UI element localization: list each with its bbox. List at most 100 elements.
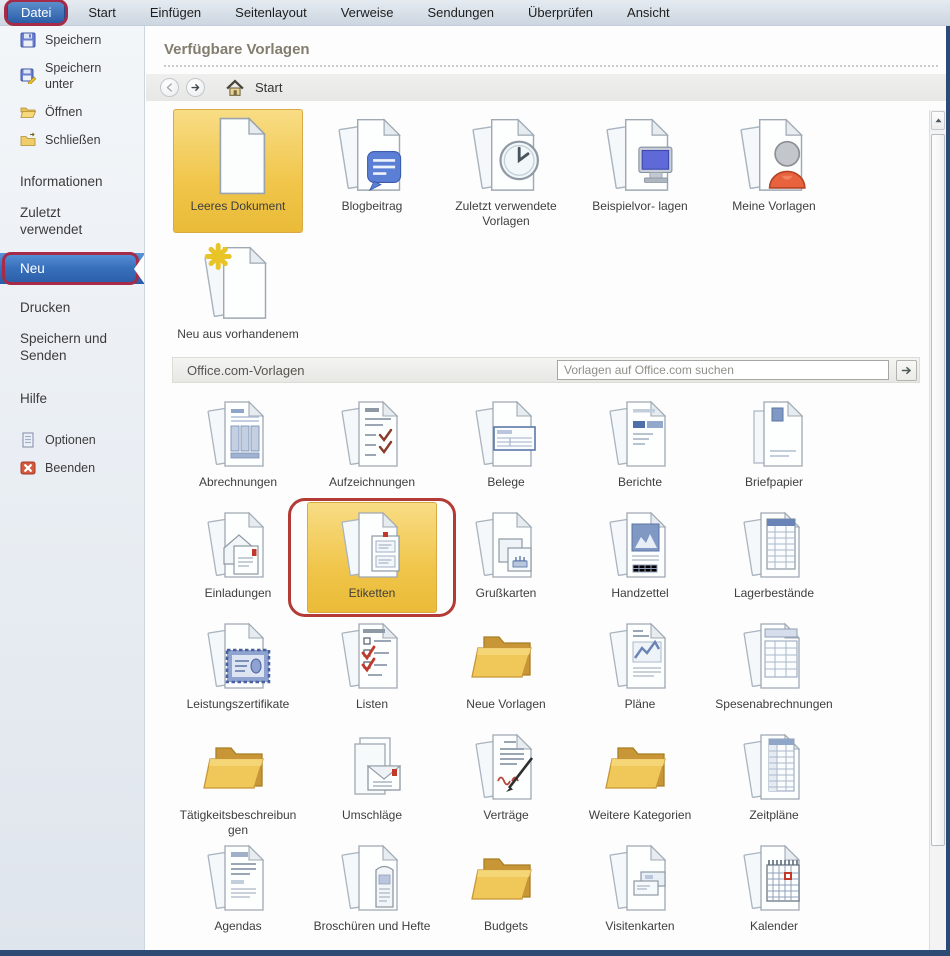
template-tile-blogbeitrag[interactable]: Blogbeitrag (307, 109, 437, 233)
template-label: Meine Vorlagen (711, 198, 837, 214)
tab-label: Datei (21, 5, 51, 20)
scrollbar[interactable] (929, 110, 946, 950)
contracts-icon (443, 729, 569, 807)
tab-ansicht[interactable]: Ansicht (610, 1, 687, 24)
calendar-icon (711, 840, 837, 918)
template-label: Agendas (175, 918, 301, 934)
office-templates-grid: Abrechnungen AufzeichnungenBelegeBerichte… (173, 391, 946, 946)
template-tile-kalender[interactable]: Kalender (709, 835, 839, 946)
sidebar-item-label: Informationen (20, 173, 103, 190)
template-tile-agendas[interactable]: Agendas (173, 835, 303, 946)
sidebar-item-informationen[interactable]: Informationen (0, 166, 144, 197)
new-from-existing-row: Neu aus vorhandenem (173, 237, 946, 346)
home-templates-grid: Leeres DokumentBlogbeitragZuletzt verwen… (173, 109, 946, 233)
template-label: Abrechnungen (175, 474, 301, 490)
template-tile-aufzeichnungen[interactable]: Aufzeichnungen (307, 391, 437, 502)
template-label: Kalender (711, 918, 837, 934)
scrollbar-thumb[interactable] (931, 134, 945, 846)
scroll-up-button[interactable] (931, 111, 945, 130)
template-tile-budgets[interactable]: Budgets (441, 835, 571, 946)
sidebar-item-label: Zuletzt verwendet (20, 204, 116, 238)
tab-verweise[interactable]: Verweise (324, 1, 411, 24)
template-tile-briefpapier[interactable]: Briefpapier (709, 391, 839, 502)
template-label: Einladungen (175, 585, 301, 601)
sidebar-item-ffnen[interactable]: Öffnen (0, 98, 144, 126)
home-icon[interactable] (226, 79, 244, 97)
template-label: Grußkarten (443, 585, 569, 601)
template-tile-leistungszertifikate[interactable]: Leistungszertifikate (173, 613, 303, 724)
template-tile-einladungen[interactable]: Einladungen (173, 502, 303, 613)
tab-berpr-fen[interactable]: Überprüfen (511, 1, 610, 24)
forward-button[interactable] (186, 78, 205, 97)
office-section-title: Office.com-Vorlagen (173, 363, 557, 378)
certificates-icon (175, 618, 301, 696)
back-button[interactable] (160, 78, 179, 97)
template-tile-abrechnungen[interactable]: Abrechnungen (173, 391, 303, 502)
template-label: Budgets (443, 918, 569, 934)
sidebar-item-schlie-en[interactable]: Schließen (0, 126, 144, 154)
blog-post-icon (309, 114, 435, 198)
options-icon (20, 432, 36, 448)
template-tile-brosch-ren-und-hefte[interactable]: Broschüren und Hefte (307, 835, 437, 946)
sidebar-item-label: Beenden (45, 460, 95, 476)
sidebar-item-label: Neu (20, 260, 45, 277)
open-folder-icon (20, 104, 36, 120)
tab-seitenlayout[interactable]: Seitenlayout (218, 1, 324, 24)
my-templates-icon (711, 114, 837, 198)
template-tile-vertr-ge[interactable]: Verträge (441, 724, 571, 835)
tab-label: Seitenlayout (235, 5, 307, 20)
exit-icon (20, 460, 36, 476)
template-label: Neue Vorlagen (443, 696, 569, 712)
template-tile-visitenkarten[interactable]: Visitenkarten (575, 835, 705, 946)
sidebar-item-optionen[interactable]: Optionen (0, 426, 144, 454)
tab-start[interactable]: Start (71, 1, 132, 24)
template-label: Broschüren und Hefte (309, 918, 435, 934)
template-tile-meine-vorlagen[interactable]: Meine Vorlagen (709, 109, 839, 233)
expense-reports-icon (711, 618, 837, 696)
template-tile-neu-aus-vorhandenem[interactable]: Neu aus vorhandenem (173, 237, 303, 346)
template-tile-t-tigkeitsbeschreibungen[interactable]: Tätigkeitsbeschreibungen (173, 724, 303, 835)
sidebar-item-speichern-und-senden[interactable]: Speichern und Senden (0, 323, 144, 371)
sidebar-item-zuletzt-verwendet[interactable]: Zuletzt verwendet (0, 197, 144, 245)
template-tile-lagerbest-nde[interactable]: Lagerbestände (709, 502, 839, 613)
brochures-icon (309, 840, 435, 918)
template-tile-pl-ne[interactable]: Pläne (575, 613, 705, 724)
template-tile-listen[interactable]: Listen (307, 613, 437, 724)
ribbon-tab-bar: Datei StartEinfügen Seitenlayout Verweise Se… (0, 0, 950, 26)
office-search-input[interactable] (557, 360, 889, 380)
template-tile-gru-karten[interactable]: Grußkarten (441, 502, 571, 613)
template-tile-handzettel[interactable]: Handzettel (575, 502, 705, 613)
template-tile-leeres-dokument[interactable]: Leeres Dokument (173, 109, 303, 233)
search-go-button[interactable] (896, 360, 917, 381)
template-tile-umschl-ge[interactable]: Umschläge (307, 724, 437, 835)
sidebar-item-speichern-unter[interactable]: Speichern unter (0, 54, 144, 98)
tab-label: Verweise (341, 5, 394, 20)
sidebar-item-label: Speichern unter (45, 60, 116, 92)
sidebar-item-drucken[interactable]: Drucken (0, 292, 144, 323)
tab-datei[interactable]: Datei (7, 1, 65, 24)
sidebar-item-speichern[interactable]: Speichern (0, 26, 144, 54)
sidebar-item-beenden[interactable]: Beenden (0, 454, 144, 482)
template-tile-spesenabrechnungen[interactable]: Spesenabrechnungen (709, 613, 839, 724)
page-title: Verfügbare Vorlagen (146, 26, 946, 58)
template-tile-belege[interactable]: Belege (441, 391, 571, 502)
template-label: Neu aus vorhandenem (175, 326, 301, 342)
tab-sendungen[interactable]: Sendungen (410, 1, 511, 24)
new-from-existing-icon (175, 242, 301, 326)
sidebar-item-neu[interactable]: Neu (0, 253, 144, 284)
template-tile-zuletzt-verwendete-vorlagen[interactable]: Zuletzt verwendete Vorlagen (441, 109, 571, 233)
template-tile-neue-vorlagen[interactable]: Neue Vorlagen (441, 613, 571, 724)
template-tile-weitere-kategorien[interactable]: Weitere Kategorien (575, 724, 705, 835)
template-tile-beispielvor-lagen[interactable]: Beispielvor- lagen (575, 109, 705, 233)
template-tile-zeitpl-ne[interactable]: Zeitpläne (709, 724, 839, 835)
stationery-icon (711, 396, 837, 474)
template-tile-etiketten[interactable]: Etiketten (307, 502, 437, 613)
sidebar-item-hilfe[interactable]: Hilfe (0, 383, 144, 414)
template-label: Listen (309, 696, 435, 712)
template-tile-berichte[interactable]: Berichte (575, 391, 705, 502)
greeting-cards-icon (443, 507, 569, 585)
save-icon (20, 32, 36, 48)
tab-einf-gen[interactable]: Einfügen (133, 1, 218, 24)
template-label: Spesenabrechnungen (711, 696, 837, 712)
sidebar-item-label: Drucken (20, 299, 70, 316)
